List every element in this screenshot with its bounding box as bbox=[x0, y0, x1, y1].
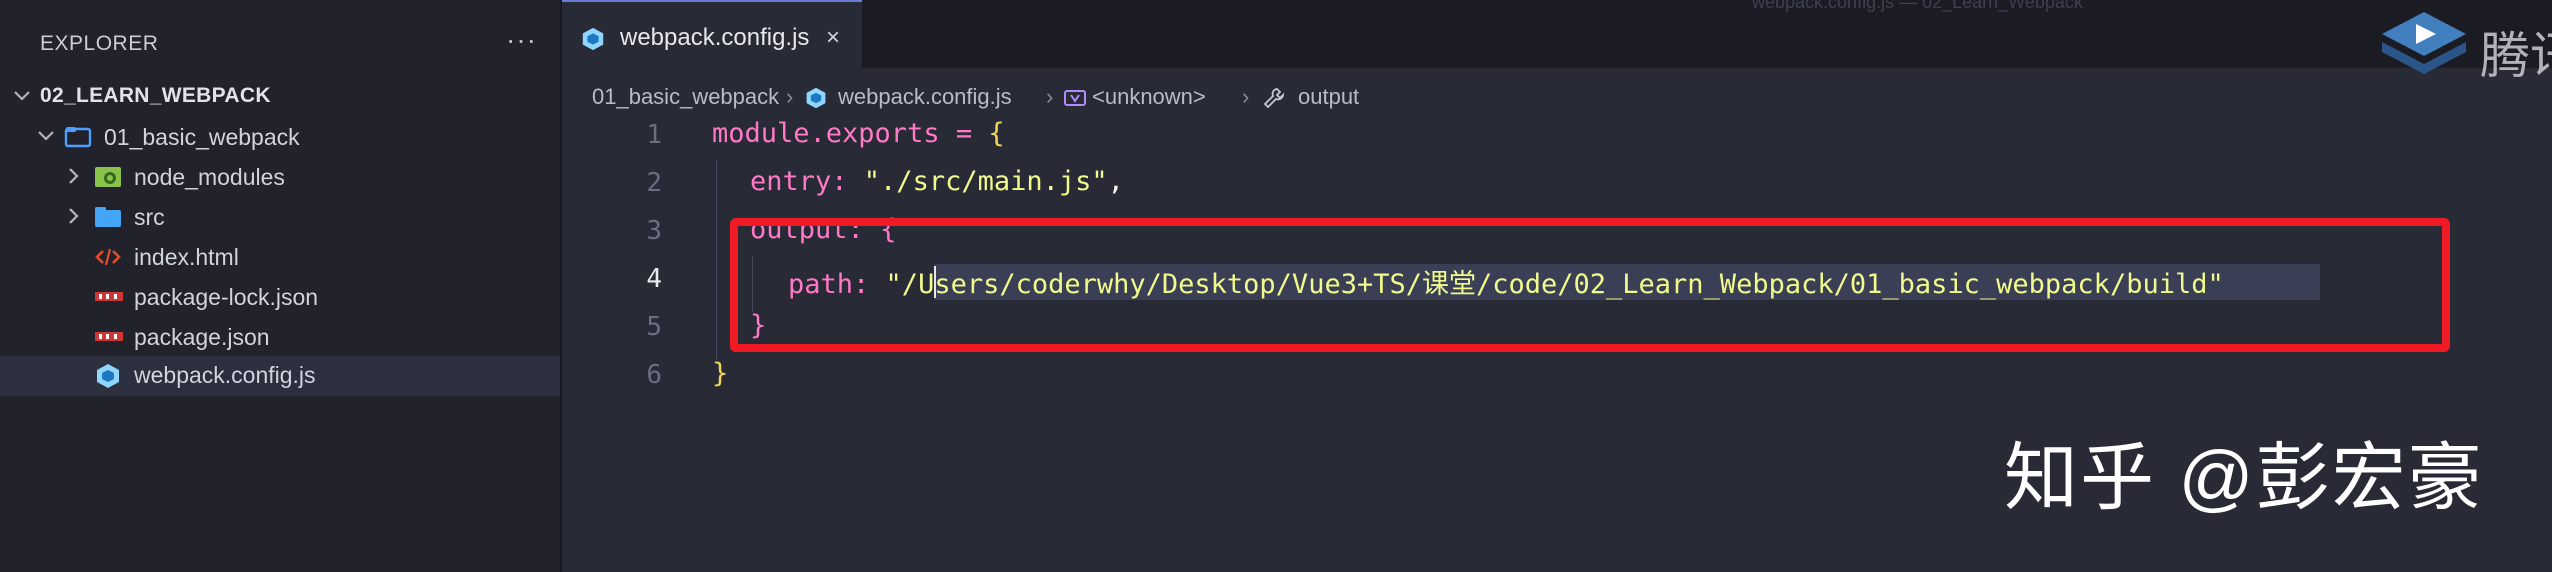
explorer-title: EXPLORER bbox=[40, 32, 159, 55]
line-number: 1 bbox=[646, 120, 662, 150]
token-property: entry bbox=[750, 166, 832, 197]
chevron-down-icon bbox=[12, 84, 32, 108]
tree-item-index-html[interactable]: index.html bbox=[0, 238, 560, 278]
window-title: webpack.config.js — 02_Learn_Webpack bbox=[1752, 0, 2083, 12]
token-string: "./src/main.js" bbox=[863, 166, 1108, 197]
tab-label: webpack.config.js bbox=[620, 24, 810, 51]
breadcrumb-property[interactable]: output bbox=[1298, 84, 1359, 110]
npm-icon bbox=[94, 284, 123, 310]
folder-open-icon bbox=[64, 124, 92, 150]
close-icon[interactable]: × bbox=[826, 24, 840, 52]
tree-item-src[interactable]: src bbox=[0, 198, 560, 238]
line-number: 2 bbox=[646, 168, 662, 198]
tree-item-label: index.html bbox=[134, 244, 239, 270]
token-brace: } bbox=[712, 358, 729, 389]
more-actions-icon[interactable]: ··· bbox=[506, 24, 537, 56]
tree-item-label: src bbox=[134, 204, 165, 230]
line-number: 3 bbox=[646, 216, 662, 246]
play-logo-icon bbox=[2382, 12, 2466, 74]
node-folder-icon bbox=[94, 164, 121, 190]
tree-item-label: webpack.config.js bbox=[134, 362, 316, 388]
webpack-icon bbox=[94, 362, 120, 388]
wrench-icon bbox=[1262, 86, 1286, 116]
token-brace: { bbox=[988, 118, 1005, 149]
breadcrumb-folder[interactable]: 01_basic_webpack bbox=[592, 84, 779, 110]
tab-webpack-config-js[interactable]: webpack.config.js × bbox=[562, 0, 862, 70]
annotation-highlight-box bbox=[730, 218, 2450, 352]
chevron-down-icon bbox=[36, 124, 56, 148]
chevron-right-icon bbox=[64, 204, 84, 228]
symbol-variable-icon bbox=[1064, 88, 1086, 114]
brand-text: 腾讯 bbox=[2480, 28, 2552, 84]
workspace-root-label: 02_LEARN_WEBPACK bbox=[40, 84, 271, 107]
explorer-sidebar: EXPLORER ··· 02_LEARN_WEBPACK 01_basic_w… bbox=[0, 0, 562, 572]
tree-item-webpack-config-js[interactable]: webpack.config.js bbox=[0, 356, 560, 396]
tree-item-package-json[interactable]: package.json bbox=[0, 318, 560, 358]
chevron-right-icon bbox=[64, 164, 84, 188]
line-number: 5 bbox=[646, 312, 662, 342]
token-operator: = bbox=[939, 118, 989, 149]
code-line-2: entry: "./src/main.js", bbox=[750, 166, 1124, 197]
line-number: 6 bbox=[646, 360, 662, 390]
npm-icon bbox=[94, 324, 123, 350]
tree-item-label: node_modules bbox=[134, 164, 285, 190]
webpack-icon bbox=[804, 86, 828, 116]
tree-item-01-basic-webpack[interactable]: 01_basic_webpack bbox=[0, 118, 560, 158]
brand-watermark: 腾讯 bbox=[2376, 8, 2552, 84]
editor-tab-bar: webpack.config.js — 02_Learn_Webpack web… bbox=[562, 0, 2552, 70]
code-line-6: } bbox=[712, 358, 728, 389]
workspace-root[interactable]: 02_LEARN_WEBPACK bbox=[0, 78, 560, 118]
chevron-right-icon: › bbox=[786, 84, 794, 109]
chevron-right-icon: › bbox=[1046, 84, 1054, 109]
token-comma: , bbox=[1107, 166, 1124, 197]
folder-icon bbox=[94, 204, 121, 230]
breadcrumb-file[interactable]: webpack.config.js bbox=[838, 84, 1012, 110]
line-number-active: 4 bbox=[646, 264, 662, 294]
tree-item-node-modules[interactable]: node_modules bbox=[0, 158, 560, 198]
tree-item-label: package.json bbox=[134, 324, 270, 350]
html-file-icon bbox=[94, 244, 121, 270]
token-keyword: module.exports bbox=[712, 118, 940, 149]
breadcrumb-symbol[interactable]: <unknown> bbox=[1092, 84, 1206, 110]
tree-item-package-lock-json[interactable]: package-lock.json bbox=[0, 278, 560, 318]
chevron-right-icon: › bbox=[1242, 84, 1250, 109]
webpack-icon bbox=[580, 26, 606, 57]
tree-item-label: 01_basic_webpack bbox=[104, 124, 300, 150]
tree-item-label: package-lock.json bbox=[134, 284, 319, 310]
zhihu-watermark: 知乎 @彭宏豪 bbox=[2004, 436, 2484, 519]
code-line-1: module.exports = { bbox=[712, 118, 1005, 149]
token-colon: : bbox=[831, 166, 864, 197]
indent-guide bbox=[716, 160, 717, 360]
